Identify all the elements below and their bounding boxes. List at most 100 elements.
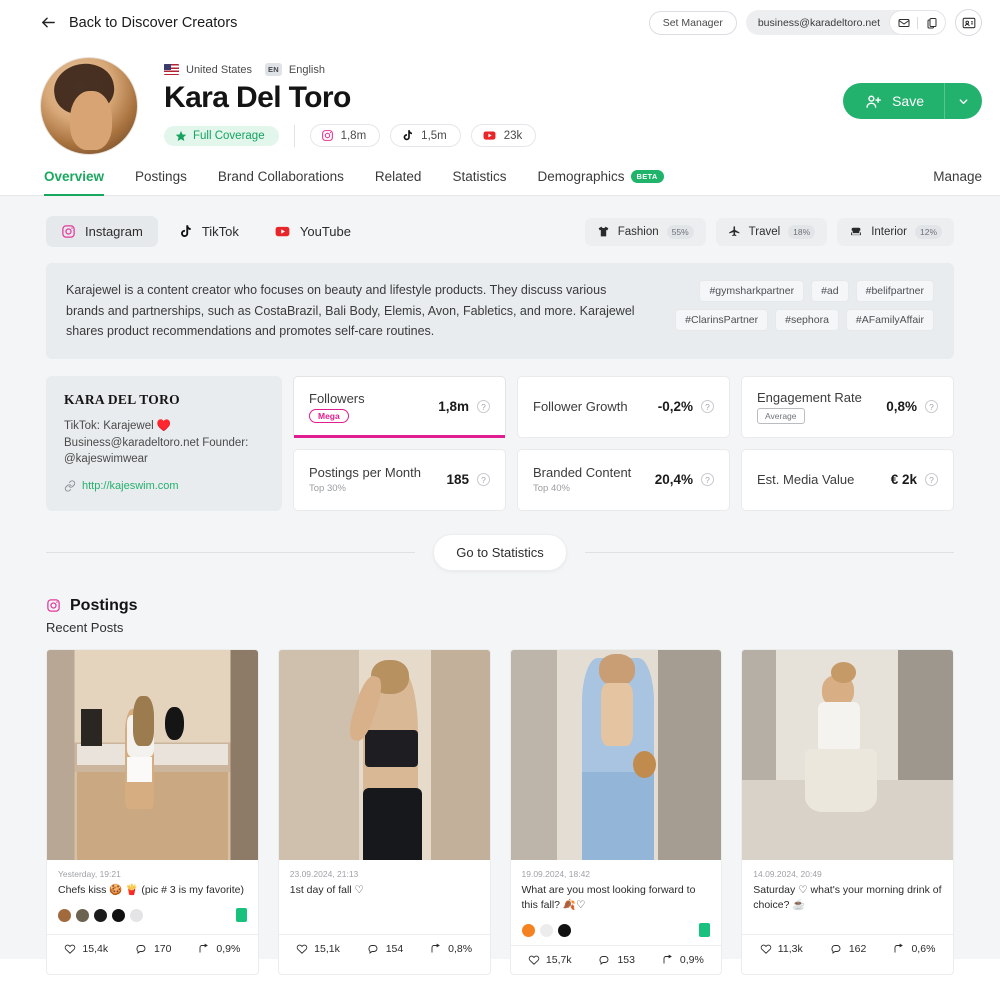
brand-dot [557,923,571,937]
go-to-statistics-button[interactable]: Go to Statistics [433,533,567,571]
help-icon[interactable]: ? [477,400,490,414]
topic-label: Travel [748,225,781,238]
save-button[interactable]: Save [843,83,944,119]
stat-card-est-media-value[interactable]: Est. Media Value € 2k ? [741,448,954,511]
post-stats: 15,7k 153 0,9% [510,945,722,974]
post-thumbnail [510,649,722,860]
set-manager-button[interactable]: Set Manager [648,10,737,35]
social-pill-instagram[interactable]: 1,8m [309,124,381,147]
topic-badge-interior: Interior 12% [837,217,954,246]
share-icon [893,943,905,955]
tab-postings[interactable]: Postings [135,169,187,195]
post-likes: 15,1k [296,943,340,955]
stat-card-branded-content[interactable]: Branded Content Top 40% 20,4% ? [517,448,730,511]
hashtag[interactable]: #ClarinsPartner [675,309,769,331]
divider [293,124,295,147]
post-likes-value: 15,1k [314,942,340,955]
stat-card-postings-per-month[interactable]: Postings per Month Top 30% 185 ? [293,448,506,511]
hashtag[interactable]: #AFamilyAffair [845,309,934,331]
contact-email-group: business@karadeltoro.net [745,10,946,35]
contact-card-icon[interactable] [955,9,982,36]
platform-tab-instagram[interactable]: Instagram [46,216,158,247]
save-dropdown-button[interactable] [944,83,982,119]
post-comments-value: 154 [385,942,404,955]
stat-right: -0,2% ? [658,399,714,414]
stat-card-follower-growth[interactable]: Follower Growth -0,2% ? [517,375,730,438]
post-card[interactable]: 14.09.2024, 20:49 Saturday ♡ what's your… [741,648,954,976]
us-flag-icon [164,64,179,75]
top-bar: Back to Discover Creators Set Manager bu… [0,0,1000,45]
brand-dot [521,923,535,937]
user-plus-icon [865,93,882,110]
social-count-youtube: 23k [503,129,523,142]
topic-percent: 18% [788,224,816,239]
post-body: 19.09.2024, 18:42 What are you most look… [511,860,722,945]
platform-tab-youtube[interactable]: YouTube [259,216,366,247]
heart-icon [296,943,308,955]
post-body: 23.09.2024, 21:13 1st day of fall ♡ [279,860,490,934]
stat-sublabel: Top 40% [533,483,570,495]
stat-card-followers[interactable]: Followers Mega 1,8m ? [293,375,506,438]
bio-link-row: http://kajeswim.com [64,480,264,492]
post-engagement-value: 0,9% [216,942,241,955]
social-pill-youtube[interactable]: 23k [470,124,537,147]
social-pill-tiktok[interactable]: 1,5m [390,124,461,147]
share-icon [662,954,674,966]
platform-tab-tiktok[interactable]: TikTok [163,216,254,247]
full-coverage-label: Full Coverage [193,129,265,142]
postings-subtitle: Recent Posts [46,619,124,635]
tab-demographics[interactable]: Demographics BETA [537,169,664,195]
tab-statistics[interactable]: Statistics [452,169,506,195]
language-label: English [288,63,325,76]
back-to-discover-creators-link[interactable]: Back to Discover Creators [40,14,237,31]
share-icon [430,943,442,955]
divider [46,551,416,553]
tab-label: Demographics [537,169,625,184]
post-likes: 15,7k [528,954,572,966]
brand-logo-dots [521,923,571,937]
help-icon[interactable]: ? [701,400,714,414]
hashtag[interactable]: #gymsharkpartner [699,280,805,302]
tab-label: Postings [135,169,187,184]
hashtag[interactable]: #belifpartner [855,280,934,302]
tab-overview[interactable]: Overview [44,169,105,196]
help-icon[interactable]: ? [701,473,714,487]
hashtag[interactable]: #sephora [775,309,839,331]
stat-value: 185 [446,472,469,488]
stat-right: 185 ? [446,472,490,487]
tiktok-icon [178,224,193,239]
bio-name: KARA DEL TORO [64,391,180,407]
post-card[interactable]: 23.09.2024, 21:13 1st day of fall ♡ 15,1… [277,648,491,976]
page-body: Instagram TikTok YouTube Fashion 55% Tra… [0,196,1000,976]
platform-label: TikTok [201,224,239,239]
post-engagement-value: 0,8% [448,942,473,955]
post-brand-row [521,923,711,938]
help-icon[interactable]: ? [477,473,490,487]
platform-label: Instagram [85,224,143,239]
help-icon[interactable]: ? [925,473,938,487]
arrow-left-icon [40,14,57,31]
manage-link[interactable]: Manage [933,169,982,195]
bio-website-link[interactable]: http://kajeswim.com [82,480,179,492]
stat-left: Follower Growth [533,399,628,414]
tab-related[interactable]: Related [375,169,422,195]
post-likes-value: 15,4k [82,942,109,955]
post-comments-value: 153 [617,954,635,967]
bio-text: TikTok: Karajewel ♥️ Business@karadeltor… [64,419,249,466]
copy-icon[interactable] [918,11,945,34]
tab-brand-collaborations[interactable]: Brand Collaborations [218,169,344,195]
post-thumbnail [278,649,490,860]
postings-title: Postings [70,596,138,614]
hashtag-list: #gymsharkpartner #ad #belifpartner #Clar… [672,280,934,342]
hashtag[interactable]: #ad [811,280,849,302]
instagram-icon [61,224,76,239]
stat-right: 20,4% ? [655,472,714,487]
tab-label: Related [374,169,422,184]
mail-icon[interactable] [890,11,917,34]
post-card[interactable]: Yesterday, 19:21 Chefs kiss 🍪 🍟 (pic # 3… [46,648,259,976]
stat-card-engagement-rate[interactable]: Engagement Rate Average 0,8% ? [741,375,954,438]
post-card[interactable]: 19.09.2024, 18:42 What are you most look… [509,648,723,976]
help-icon[interactable]: ? [925,400,938,414]
page-title: Kara Del Toro [164,81,351,114]
brand-dot [130,908,143,922]
